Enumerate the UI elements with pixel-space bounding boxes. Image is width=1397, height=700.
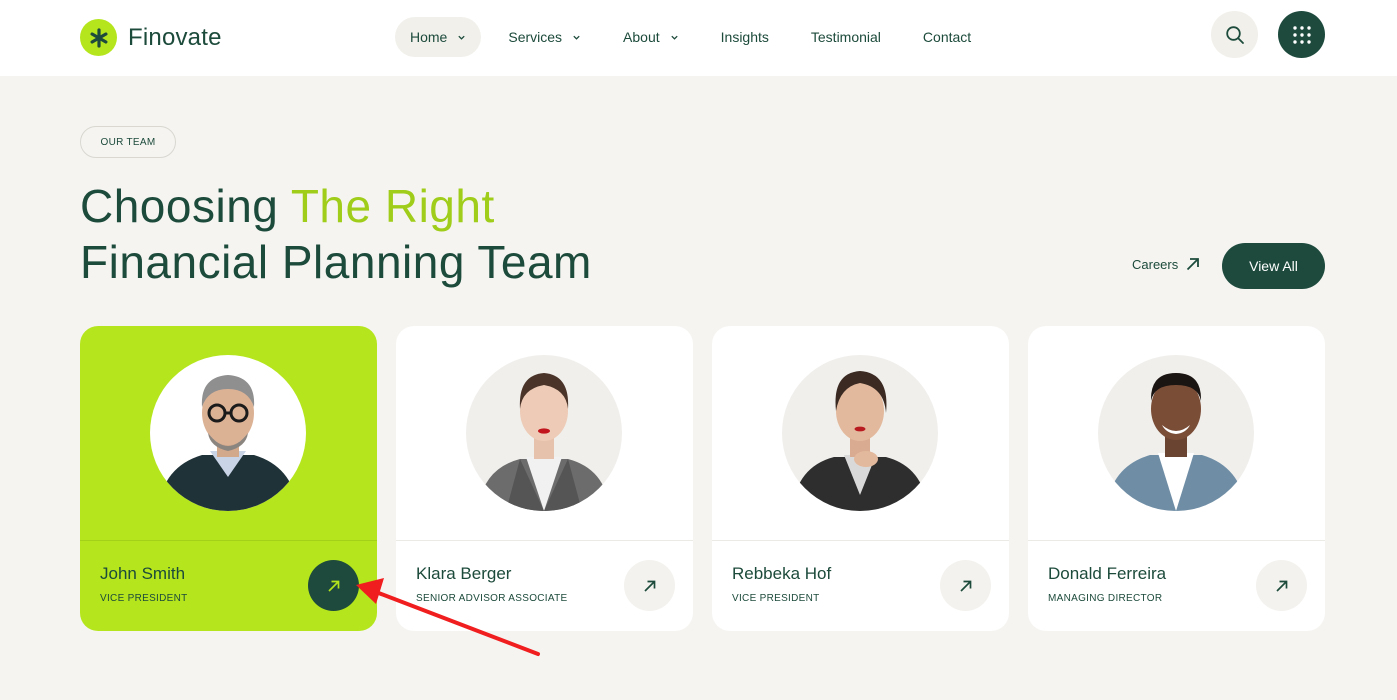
nav-home[interactable]: Home	[395, 17, 482, 57]
brand-name: Finovate	[128, 23, 222, 51]
member-name: Rebbeka Hof	[732, 564, 832, 583]
nav-insights[interactable]: Insights	[706, 17, 784, 57]
main-nav: Home Services About Insights Testimonial…	[395, 17, 998, 57]
card-divider	[80, 540, 377, 541]
avatar	[150, 355, 306, 511]
member-role: SENIOR ADVISOR ASSOCIATE	[416, 593, 568, 604]
section-heading: Choosing The Right Financial Planning Te…	[80, 178, 592, 290]
careers-label: Careers	[1132, 256, 1179, 272]
avatar	[466, 355, 622, 511]
arrow-up-right-icon	[1275, 580, 1287, 592]
member-profile-button[interactable]	[624, 560, 675, 611]
chevron-down-icon	[573, 35, 580, 40]
card-divider	[712, 540, 1009, 541]
nav-insights-label: Insights	[720, 29, 769, 45]
member-role: VICE PRESIDENT	[732, 593, 820, 604]
careers-link[interactable]: Careers	[1132, 256, 1201, 272]
member-profile-button[interactable]	[308, 560, 359, 611]
team-card[interactable]: John Smith VICE PRESIDENT	[80, 326, 377, 631]
section-badge: OUR TEAM	[80, 126, 176, 158]
heading-line2: Financial Planning Team	[80, 236, 592, 288]
chevron-down-icon	[458, 35, 466, 40]
site-header: Finovate Home Services About Insights Te…	[0, 0, 1397, 76]
card-divider	[396, 540, 693, 541]
nav-about[interactable]: About	[608, 17, 694, 57]
nav-about-label: About	[623, 29, 660, 45]
search-icon	[1225, 25, 1244, 44]
member-name: Donald Ferreira	[1048, 564, 1167, 583]
avatar	[1098, 355, 1254, 511]
nav-home-label: Home	[410, 29, 448, 45]
team-card[interactable]: Donald Ferreira MANAGING DIRECTOR	[1028, 326, 1325, 631]
logo[interactable]: Finovate	[80, 19, 222, 56]
avatar	[782, 355, 938, 511]
nav-contact[interactable]: Contact	[908, 17, 986, 57]
member-name: Klara Berger	[416, 564, 512, 583]
member-role: MANAGING DIRECTOR	[1048, 593, 1163, 604]
member-role: VICE PRESIDENT	[100, 593, 188, 604]
team-card[interactable]: Rebbeka Hof VICE PRESIDENT	[712, 326, 1009, 631]
menu-button[interactable]	[1278, 11, 1325, 58]
nav-testimonial-label: Testimonial	[810, 29, 881, 45]
member-name: John Smith	[100, 564, 186, 583]
view-all-button[interactable]: View All	[1222, 243, 1325, 289]
arrow-up-right-icon	[327, 580, 339, 592]
arrow-up-right-icon	[959, 580, 971, 592]
member-profile-button[interactable]	[1256, 560, 1307, 611]
heading-accent: The Right	[290, 180, 495, 232]
nav-services-label: Services	[508, 29, 563, 45]
asterisk-logo-icon	[80, 19, 117, 56]
chevron-down-icon	[670, 35, 678, 40]
nav-testimonial[interactable]: Testimonial	[796, 17, 896, 57]
search-button[interactable]	[1211, 11, 1258, 58]
team-card[interactable]: Klara Berger SENIOR ADVISOR ASSOCIATE	[396, 326, 693, 631]
nav-services[interactable]: Services	[493, 17, 596, 57]
arrow-up-right-icon	[1187, 258, 1200, 271]
heading-part1: Choosing	[80, 180, 291, 232]
member-profile-button[interactable]	[940, 560, 991, 611]
card-divider	[1028, 540, 1325, 541]
nav-contact-label: Contact	[922, 29, 972, 45]
arrow-up-right-icon	[643, 580, 655, 592]
grid-dots-icon	[1292, 25, 1311, 44]
